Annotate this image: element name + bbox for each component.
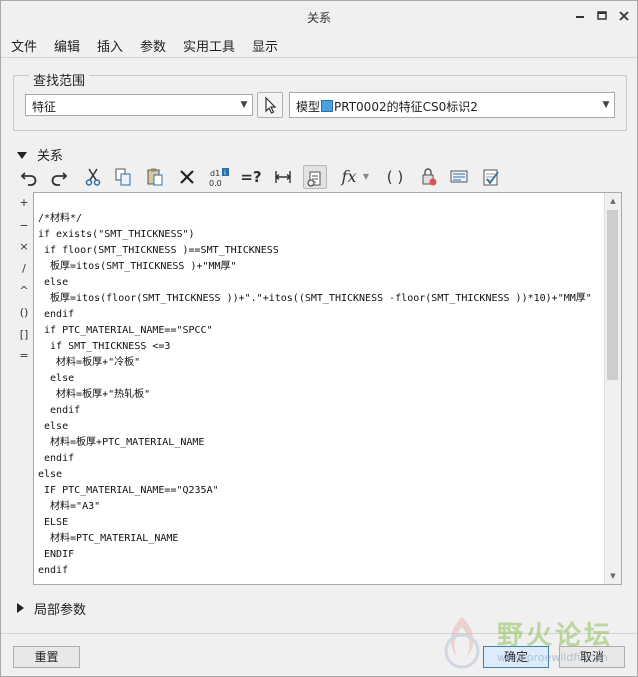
menu-params[interactable]: 参数 xyxy=(140,36,166,55)
relations-toolbar: d1 0.0 i =? fx ▼ ( ) xyxy=(15,163,515,191)
menu-edit[interactable]: 编辑 xyxy=(54,36,80,55)
maximize-icon[interactable] xyxy=(595,9,609,23)
collapse-triangle-icon xyxy=(17,152,27,159)
svg-text:0.0: 0.0 xyxy=(209,179,222,188)
measure-icon[interactable] xyxy=(271,165,295,189)
lock-icon[interactable] xyxy=(417,165,441,189)
menu-bar: 文件 编辑 插入 参数 实用工具 显示 xyxy=(1,32,637,56)
local-params-toggle[interactable]: 局部参数 xyxy=(17,599,86,618)
operator-minus[interactable]: − xyxy=(15,219,33,232)
operator-plus[interactable]: + xyxy=(15,196,33,209)
verify-icon[interactable]: =? xyxy=(239,165,263,189)
undo-icon[interactable] xyxy=(17,165,41,189)
scroll-up-icon[interactable]: ▲ xyxy=(605,193,621,209)
redo-icon[interactable] xyxy=(47,165,71,189)
check-icon[interactable] xyxy=(479,165,503,189)
relations-editor[interactable]: /*材料*/ if exists("SMT_THICKNESS") if flo… xyxy=(33,192,622,585)
select-pointer-button[interactable] xyxy=(257,92,283,118)
svg-text:d1: d1 xyxy=(210,169,220,178)
cut-icon[interactable] xyxy=(81,165,105,189)
delete-icon[interactable] xyxy=(175,165,199,189)
function-icon[interactable]: fx xyxy=(337,165,361,189)
relations-header: 关系 xyxy=(37,149,64,164)
operator-divide[interactable]: / xyxy=(15,262,33,275)
parentheses-icon[interactable]: ( ) xyxy=(383,165,407,189)
operator-multiply[interactable]: × xyxy=(15,240,33,253)
editor-vertical-scrollbar[interactable]: ▲ ▼ xyxy=(604,193,621,584)
scope-type-select[interactable]: 特征 ▼ xyxy=(25,94,253,116)
chevron-down-icon: ▼ xyxy=(240,100,248,110)
switch-symbols-icon[interactable]: d1 0.0 i xyxy=(207,165,231,189)
function-dropdown-chevron-icon[interactable]: ▼ xyxy=(359,165,373,189)
menu-insert[interactable]: 插入 xyxy=(97,36,123,55)
cursor-arrow-icon xyxy=(265,96,277,114)
svg-text:i: i xyxy=(224,169,226,177)
title-bar: 关系 xyxy=(1,1,637,32)
footer-divider xyxy=(1,633,637,634)
relations-code[interactable]: /*材料*/ if exists("SMT_THICKNESS") if flo… xyxy=(38,211,592,579)
model-select[interactable]: 模型 PRT0002的特征CS0标识2 ▼ xyxy=(289,92,615,118)
scroll-down-icon[interactable]: ▼ xyxy=(605,568,621,584)
relations-dialog: 关系 文件 编辑 插入 参数 实用工具 显示 查找范围 特征 ▼ 模型 PRT00… xyxy=(0,0,638,677)
operator-parentheses[interactable]: () xyxy=(15,306,33,319)
ok-button[interactable]: 确定 xyxy=(483,646,549,668)
operator-power[interactable]: ^ xyxy=(15,284,33,297)
relations-section-toggle[interactable]: 关系 xyxy=(17,145,63,164)
copy-icon[interactable] xyxy=(111,165,135,189)
menu-utilities[interactable]: 实用工具 xyxy=(183,36,235,55)
window-title: 关系 xyxy=(306,11,331,25)
paste-icon[interactable] xyxy=(143,165,167,189)
expand-triangle-icon xyxy=(17,603,24,613)
scope-type-value: 特征 xyxy=(32,100,57,114)
local-params-header: 局部参数 xyxy=(34,603,87,618)
model-prefix: 模型 xyxy=(296,100,321,114)
chevron-down-icon: ▼ xyxy=(602,100,610,110)
cancel-button[interactable]: 取消 xyxy=(559,646,625,668)
scroll-thumb[interactable] xyxy=(607,210,618,380)
minimize-icon[interactable] xyxy=(573,9,587,23)
model-value: PRT0002的特征CS0标识2 xyxy=(334,100,478,114)
close-icon[interactable] xyxy=(617,9,631,23)
menu-display[interactable]: 显示 xyxy=(252,36,278,55)
reset-button[interactable]: 重置 xyxy=(13,646,80,668)
lookup-scope-legend: 查找范围 xyxy=(29,70,90,89)
menu-file[interactable]: 文件 xyxy=(11,36,37,55)
part-model-icon xyxy=(321,100,334,112)
operator-equals[interactable]: = xyxy=(15,349,33,362)
operator-brackets[interactable]: [] xyxy=(15,328,33,341)
menu-divider xyxy=(1,57,637,58)
display-icon[interactable] xyxy=(447,165,471,189)
properties-icon[interactable] xyxy=(303,165,327,189)
